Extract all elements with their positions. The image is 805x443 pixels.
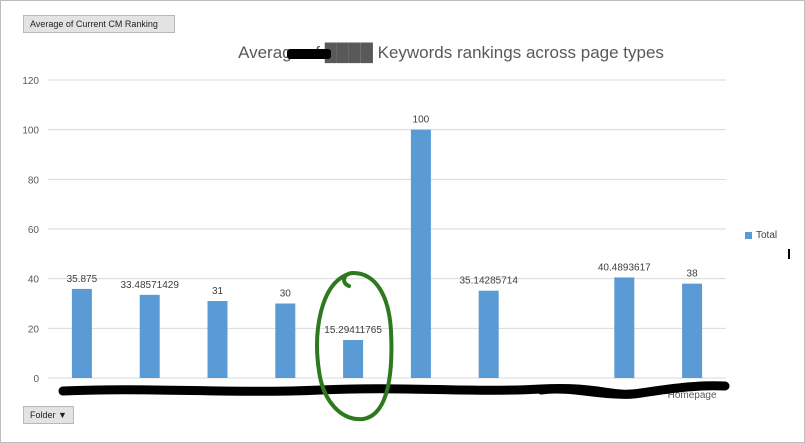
y-tick-label: 100 — [22, 126, 39, 137]
bar — [614, 277, 635, 378]
title-redaction — [287, 49, 331, 59]
data-label: 100 — [413, 115, 430, 126]
bar — [139, 294, 160, 378]
y-tick-label: 60 — [28, 225, 40, 236]
data-label: 38 — [687, 269, 699, 280]
y-tick-label: 80 — [28, 175, 40, 186]
y-tick-label: 20 — [28, 324, 40, 335]
y-tick-label: 40 — [28, 275, 40, 286]
bar — [275, 303, 296, 378]
legend-swatch — [745, 232, 752, 239]
pivot-axis-field-button[interactable]: Folder ▼ — [23, 406, 74, 424]
data-label: 35.14285714 — [459, 276, 518, 287]
y-tick-label: 120 — [22, 76, 39, 87]
data-label: 30 — [280, 289, 292, 300]
bar — [410, 129, 431, 378]
legend[interactable]: Total — [745, 230, 777, 241]
data-label: 31 — [212, 286, 224, 297]
bar — [478, 290, 499, 378]
bar — [207, 301, 228, 378]
folder-button-label: Folder — [30, 410, 56, 420]
bar — [682, 283, 703, 378]
data-label: 35.875 — [67, 274, 98, 285]
legend-label: Total — [756, 230, 778, 241]
chart-frame: Average of Current CM Ranking Average of… — [0, 0, 805, 443]
dropdown-arrow-icon: ▼ — [58, 410, 67, 420]
chart-plot-area: 0 20 40 60 80 100 120 35.875 33.48571429 31 30 15.2… — [22, 49, 790, 422]
bar — [71, 288, 92, 378]
data-label: 40.4893617 — [598, 262, 651, 273]
data-label: 33.48571429 — [120, 280, 179, 291]
data-label: 15.29411765 — [324, 325, 382, 336]
y-tick-label: 0 — [33, 374, 39, 385]
bar — [343, 340, 364, 378]
